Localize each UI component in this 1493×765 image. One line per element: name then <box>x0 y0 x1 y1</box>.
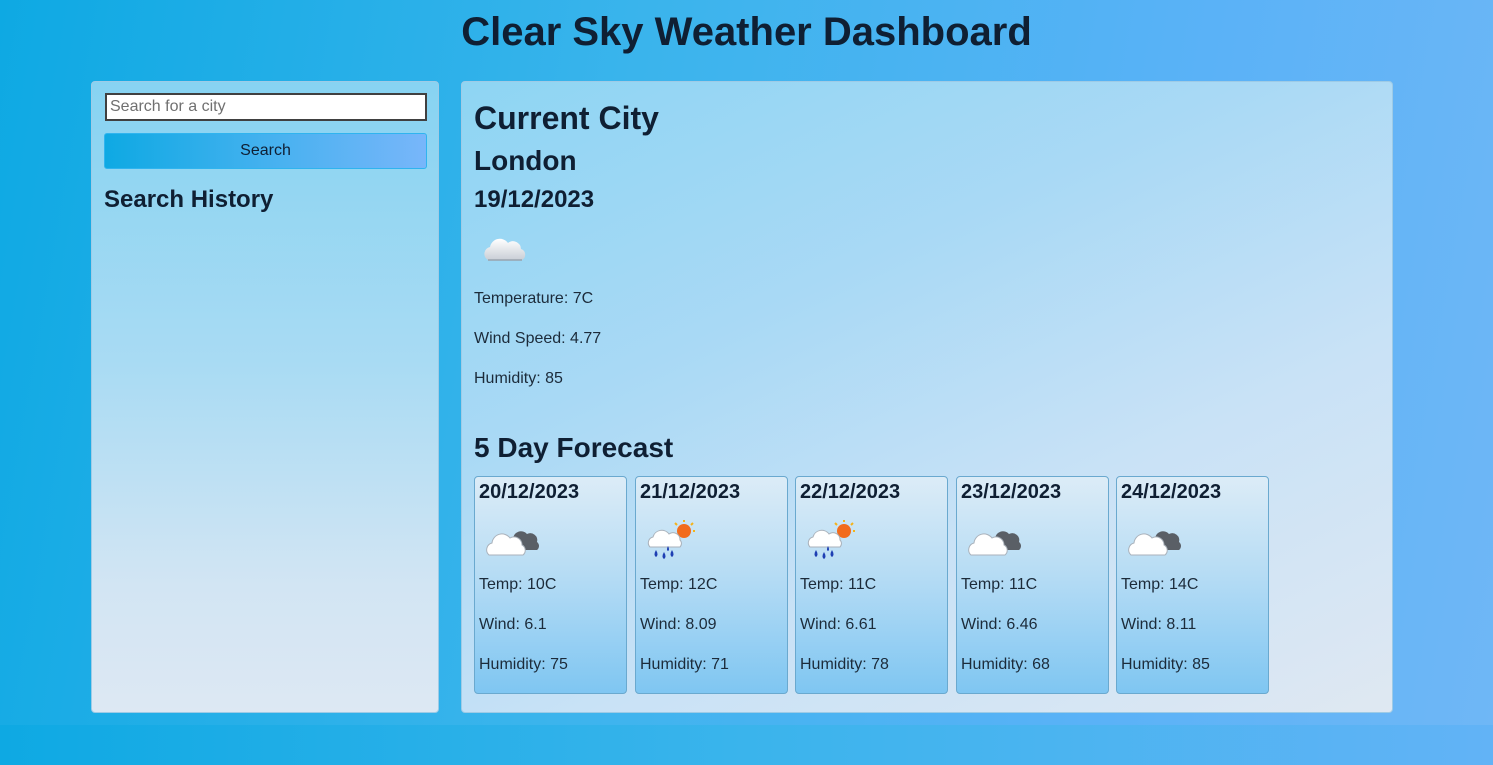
forecast-card: 21/12/2023 Temp: 12C Wind: 8.09 Humidity… <box>635 476 788 694</box>
current-wind-speed: Wind Speed: 4.77 <box>474 330 602 347</box>
forecast-wind: Wind: 6.61 <box>800 616 877 633</box>
forecast-card: 23/12/2023 Temp: 11C Wind: 6.46 Humidity… <box>956 476 1109 694</box>
forecast-date: 22/12/2023 <box>800 481 901 503</box>
footer-band <box>0 725 1493 765</box>
page-title: Clear Sky Weather Dashboard <box>461 10 1032 54</box>
forecast-card: 20/12/2023 Temp: 10C Wind: 6.1 Humidity:… <box>474 476 627 694</box>
rain-sun-icon <box>644 519 704 561</box>
forecast-humidity: Humidity: 75 <box>479 656 568 673</box>
search-button[interactable]: Search <box>104 133 427 169</box>
partly-cloudy-icon <box>1125 519 1185 561</box>
city-name: London <box>474 145 577 176</box>
current-humidity: Humidity: 85 <box>474 370 563 387</box>
search-history-title: Search History <box>104 186 274 213</box>
partly-cloudy-icon <box>965 519 1025 561</box>
forecast-temp: Temp: 11C <box>961 576 1038 593</box>
forecast-temp: Temp: 10C <box>479 576 557 593</box>
forecast-date: 24/12/2023 <box>1121 481 1222 503</box>
forecast-cards: 20/12/2023 Temp: 10C Wind: 6.1 Humidity:… <box>474 476 1274 694</box>
forecast-humidity: Humidity: 71 <box>640 656 729 673</box>
forecast-wind: Wind: 6.1 <box>479 616 547 633</box>
forecast-humidity: Humidity: 85 <box>1121 656 1210 673</box>
forecast-temp: Temp: 14C <box>1121 576 1199 593</box>
forecast-wind: Wind: 8.11 <box>1121 616 1197 633</box>
current-date: 19/12/2023 <box>474 186 595 213</box>
search-input[interactable] <box>105 93 427 121</box>
forecast-date: 21/12/2023 <box>640 481 741 503</box>
forecast-card: 24/12/2023 Temp: 14C Wind: 8.11 Humidity… <box>1116 476 1269 694</box>
forecast-temp: Temp: 11C <box>800 576 877 593</box>
forecast-date: 20/12/2023 <box>479 481 580 503</box>
current-temperature: Temperature: 7C <box>474 290 594 307</box>
forecast-card: 22/12/2023 Temp: 11C Wind: 6.61 Humidity… <box>795 476 948 694</box>
forecast-humidity: Humidity: 68 <box>961 656 1050 673</box>
cloud-icon <box>478 230 534 270</box>
forecast-wind: Wind: 6.46 <box>961 616 1038 633</box>
partly-cloudy-icon <box>483 519 543 561</box>
weather-panel: Current City London 19/12/2023 Temperatu… <box>461 81 1393 713</box>
search-panel: Search Search History <box>91 81 439 713</box>
forecast-wind: Wind: 8.09 <box>640 616 717 633</box>
rain-sun-icon <box>804 519 864 561</box>
forecast-humidity: Humidity: 78 <box>800 656 889 673</box>
forecast-heading: 5 Day Forecast <box>474 432 674 463</box>
current-city-heading: Current City <box>474 100 659 136</box>
forecast-date: 23/12/2023 <box>961 481 1062 503</box>
forecast-temp: Temp: 12C <box>640 576 718 593</box>
